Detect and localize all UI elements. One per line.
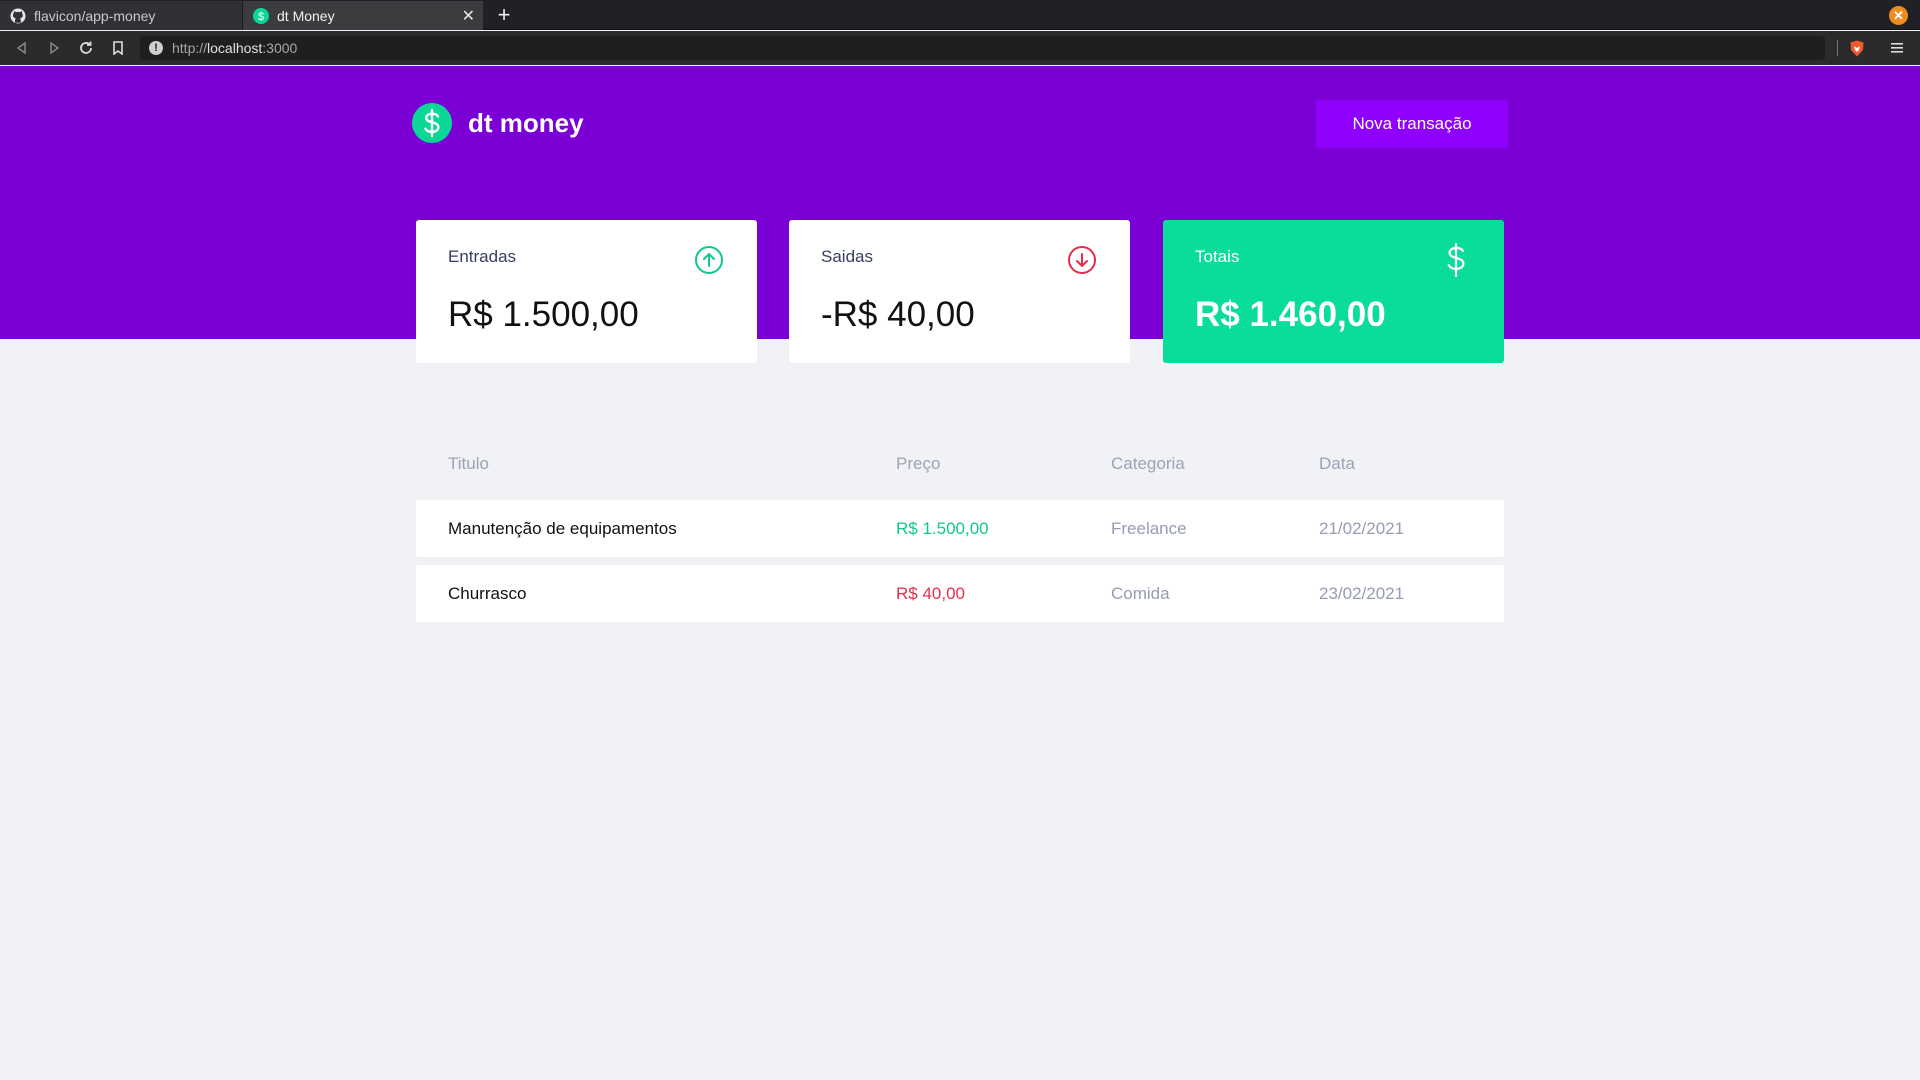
- table-row[interactable]: Churrasco R$ 40,00 Comida 23/02/2021: [416, 565, 1504, 622]
- bookmark-icon: [113, 41, 123, 55]
- back-button[interactable]: [12, 38, 32, 58]
- menu-icon[interactable]: [1890, 40, 1904, 56]
- toolbar-divider: [1837, 40, 1838, 56]
- outcome-label: Saidas: [821, 247, 873, 266]
- reload-button[interactable]: [76, 38, 96, 58]
- outcome-card: Saidas -R$ 40,00: [789, 220, 1130, 363]
- address-bar[interactable]: ! http://localhost:3000: [140, 36, 1825, 60]
- table-row[interactable]: Manutenção de equipamentos R$ 1.500,00 F…: [416, 500, 1504, 557]
- row-price: R$ 40,00: [896, 584, 965, 603]
- income-label: Entradas: [448, 247, 517, 266]
- income-card: Entradas R$ 1.500,00: [416, 220, 757, 363]
- app-title: dt money: [468, 107, 584, 138]
- row-title: Manutenção de equipamentos: [448, 519, 677, 538]
- header-price: Preço: [896, 454, 941, 473]
- tab-label: dt Money: [277, 7, 335, 24]
- arrow-down-circle-icon: [1066, 244, 1098, 276]
- github-icon: [10, 8, 26, 24]
- row-price: R$ 1.500,00: [896, 519, 989, 538]
- row-date: 23/02/2021: [1319, 584, 1405, 603]
- site-info-icon[interactable]: !: [149, 41, 163, 55]
- header-date: Data: [1319, 454, 1355, 473]
- browser-tab-bar: flavicon/app-money $ dt Money ✕ + ✕: [0, 0, 1920, 30]
- tab-github[interactable]: flavicon/app-money: [0, 1, 243, 30]
- header-title: Titulo: [448, 454, 489, 473]
- close-tab-icon[interactable]: ✕: [462, 6, 475, 26]
- row-category: Comida: [1111, 584, 1170, 603]
- header-category: Categoria: [1111, 454, 1185, 473]
- table-header: Titulo Preço Categoria Data: [416, 440, 1504, 487]
- forward-icon: [50, 41, 60, 55]
- dollar-icon: [1440, 243, 1472, 277]
- brave-shield-icon[interactable]: [1849, 40, 1865, 57]
- arrow-up-circle-icon: [693, 244, 725, 276]
- tab-label: flavicon/app-money: [34, 7, 156, 24]
- total-label: Totais: [1195, 247, 1240, 266]
- dollar-logo-icon: [412, 103, 452, 143]
- new-transaction-button[interactable]: Nova transação: [1316, 100, 1508, 148]
- total-card: Totais R$ 1.460,00: [1163, 220, 1504, 363]
- dollar-favicon-icon: $: [253, 7, 269, 24]
- forward-button[interactable]: [44, 38, 64, 58]
- tab-dt-money[interactable]: $ dt Money ✕: [243, 1, 483, 30]
- row-category: Freelance: [1111, 519, 1187, 538]
- reload-icon: [80, 41, 92, 54]
- logo: dt money: [412, 103, 584, 143]
- url-text: http://localhost:3000: [172, 40, 298, 56]
- transactions-table: Titulo Preço Categoria Data Manutenção d…: [416, 440, 1504, 622]
- bookmark-button[interactable]: [108, 38, 128, 58]
- outcome-amount: -R$ 40,00: [821, 295, 975, 334]
- browser-toolbar: ! http://localhost:3000: [0, 31, 1920, 65]
- row-title: Churrasco: [448, 584, 527, 603]
- income-amount: R$ 1.500,00: [448, 295, 639, 334]
- svg-text:$: $: [258, 11, 264, 23]
- new-tab-button[interactable]: +: [492, 2, 516, 28]
- row-date: 21/02/2021: [1319, 519, 1405, 538]
- window-close-button[interactable]: ✕: [1889, 6, 1908, 25]
- total-amount: R$ 1.460,00: [1195, 295, 1386, 334]
- back-icon: [16, 41, 26, 55]
